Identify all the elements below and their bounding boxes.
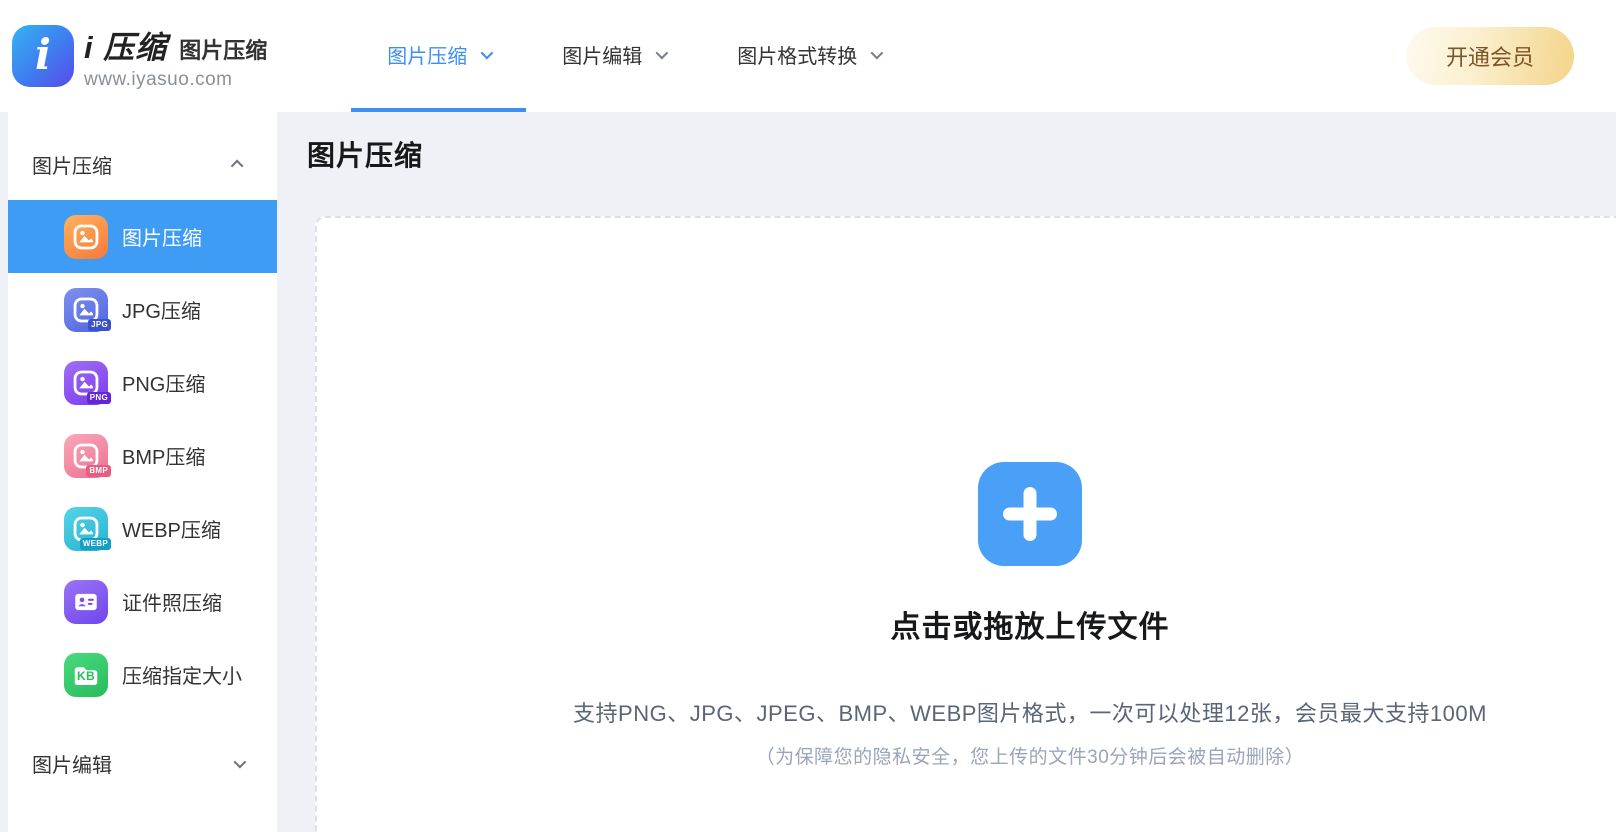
upload-note: （为保障您的隐私安全，您上传的文件30分钟后会被自动删除） (755, 747, 1305, 768)
logo-text: i 压缩 图片压缩 www.iyasuo.com (84, 22, 267, 91)
upload-dropzone[interactable]: 点击或拖放上传文件 支持PNG、JPG、JPEG、BMP、WEBP图片格式，一次… (315, 216, 1616, 832)
webp-compress-icon: WEBP (64, 506, 111, 551)
nav-tab-format-convert[interactable]: 图片格式转换 (701, 0, 916, 112)
main-nav: 图片压缩 图片编辑 图片格式转换 (351, 0, 916, 112)
page-title: 图片压缩 (307, 140, 424, 171)
nav-tab-label: 图片格式转换 (737, 45, 858, 68)
sidebar-item-jpg-compress[interactable]: JPG JPG压缩 (8, 273, 277, 346)
format-badge: WEBP (79, 537, 111, 550)
sidebar-item-compress-to-size[interactable]: KB 压缩指定大小 (8, 638, 277, 711)
sidebar-item-id-photo-compress[interactable]: 证件照压缩 (8, 565, 277, 638)
chevron-up-icon (230, 159, 244, 172)
bmp-compress-icon: BMP (64, 433, 111, 478)
nav-tab-label: 图片压缩 (387, 45, 468, 68)
logo-letter: i (35, 30, 51, 79)
sidebar-section-label: 图片压缩 (32, 155, 112, 178)
sidebar-section-image-compress[interactable]: 图片压缩 (8, 128, 277, 200)
sidebar-item-label: JPG压缩 (122, 301, 201, 323)
nav-tab-label: 图片编辑 (562, 45, 643, 68)
sidebar: 图片压缩 图片压缩 JPG JPG压缩 PNG PNG压缩 BMP BMP压缩 … (8, 112, 277, 832)
format-badge: JPG (88, 318, 111, 331)
upload-heading: 点击或拖放上传文件 (890, 611, 1170, 644)
site-logo[interactable]: i i 压缩 图片压缩 www.iyasuo.com (12, 22, 267, 91)
nav-tab-image-edit[interactable]: 图片编辑 (526, 0, 701, 112)
sidebar-item-image-compress[interactable]: 图片压缩 (8, 200, 277, 273)
kb-badge: KB (77, 669, 95, 684)
image-compress-icon (64, 214, 108, 259)
page: i i 压缩 图片压缩 www.iyasuo.com 图片压缩 图片编辑 图片格… (0, 0, 1616, 832)
format-badge: BMP (86, 464, 111, 477)
chevron-down-icon (870, 46, 884, 59)
sidebar-item-bmp-compress[interactable]: BMP BMP压缩 (8, 419, 277, 492)
sidebar-item-webp-compress[interactable]: WEBP WEBP压缩 (8, 492, 277, 565)
format-badge: PNG (86, 391, 111, 404)
chevron-down-icon (655, 46, 669, 59)
product-name: 图片压缩 (179, 37, 268, 63)
sidebar-section-image-edit[interactable]: 图片编辑 (8, 727, 277, 799)
logo-icon: i (12, 25, 74, 87)
brand-name: i 压缩 (84, 29, 168, 65)
plus-icon[interactable] (978, 462, 1082, 566)
sidebar-item-label: 证件照压缩 (122, 593, 222, 615)
top-header: i i 压缩 图片压缩 www.iyasuo.com 图片压缩 图片编辑 图片格… (0, 0, 1616, 112)
site-url: www.iyasuo.com (84, 68, 233, 90)
jpg-compress-icon: JPG (64, 287, 111, 332)
folder-kb-icon: KB (64, 652, 108, 697)
sidebar-item-png-compress[interactable]: PNG PNG压缩 (8, 346, 277, 419)
png-compress-icon: PNG (64, 360, 111, 405)
nav-tab-image-compress[interactable]: 图片压缩 (351, 0, 527, 112)
content-area: 图片压缩 图片压缩 JPG JPG压缩 PNG PNG压缩 BMP BMP压缩 … (0, 112, 1616, 832)
upload-description: 支持PNG、JPG、JPEG、BMP、WEBP图片格式，一次可以处理12张，会员… (573, 701, 1487, 726)
chevron-down-icon (480, 46, 494, 59)
sidebar-item-label: 图片压缩 (122, 228, 202, 250)
sidebar-item-label: BMP压缩 (122, 447, 206, 469)
id-photo-icon (64, 579, 108, 624)
sidebar-item-label: PNG压缩 (122, 374, 206, 396)
membership-button[interactable]: 开通会员 (1406, 27, 1574, 85)
main-panel: 图片压缩 点击或拖放上传文件 支持PNG、JPG、JPEG、BMP、WEBP图片… (277, 112, 1616, 832)
sidebar-item-label: 压缩指定大小 (122, 666, 242, 688)
sidebar-item-label: WEBP压缩 (122, 520, 221, 542)
chevron-down-icon (233, 755, 247, 768)
sidebar-section-label: 图片编辑 (32, 754, 112, 777)
